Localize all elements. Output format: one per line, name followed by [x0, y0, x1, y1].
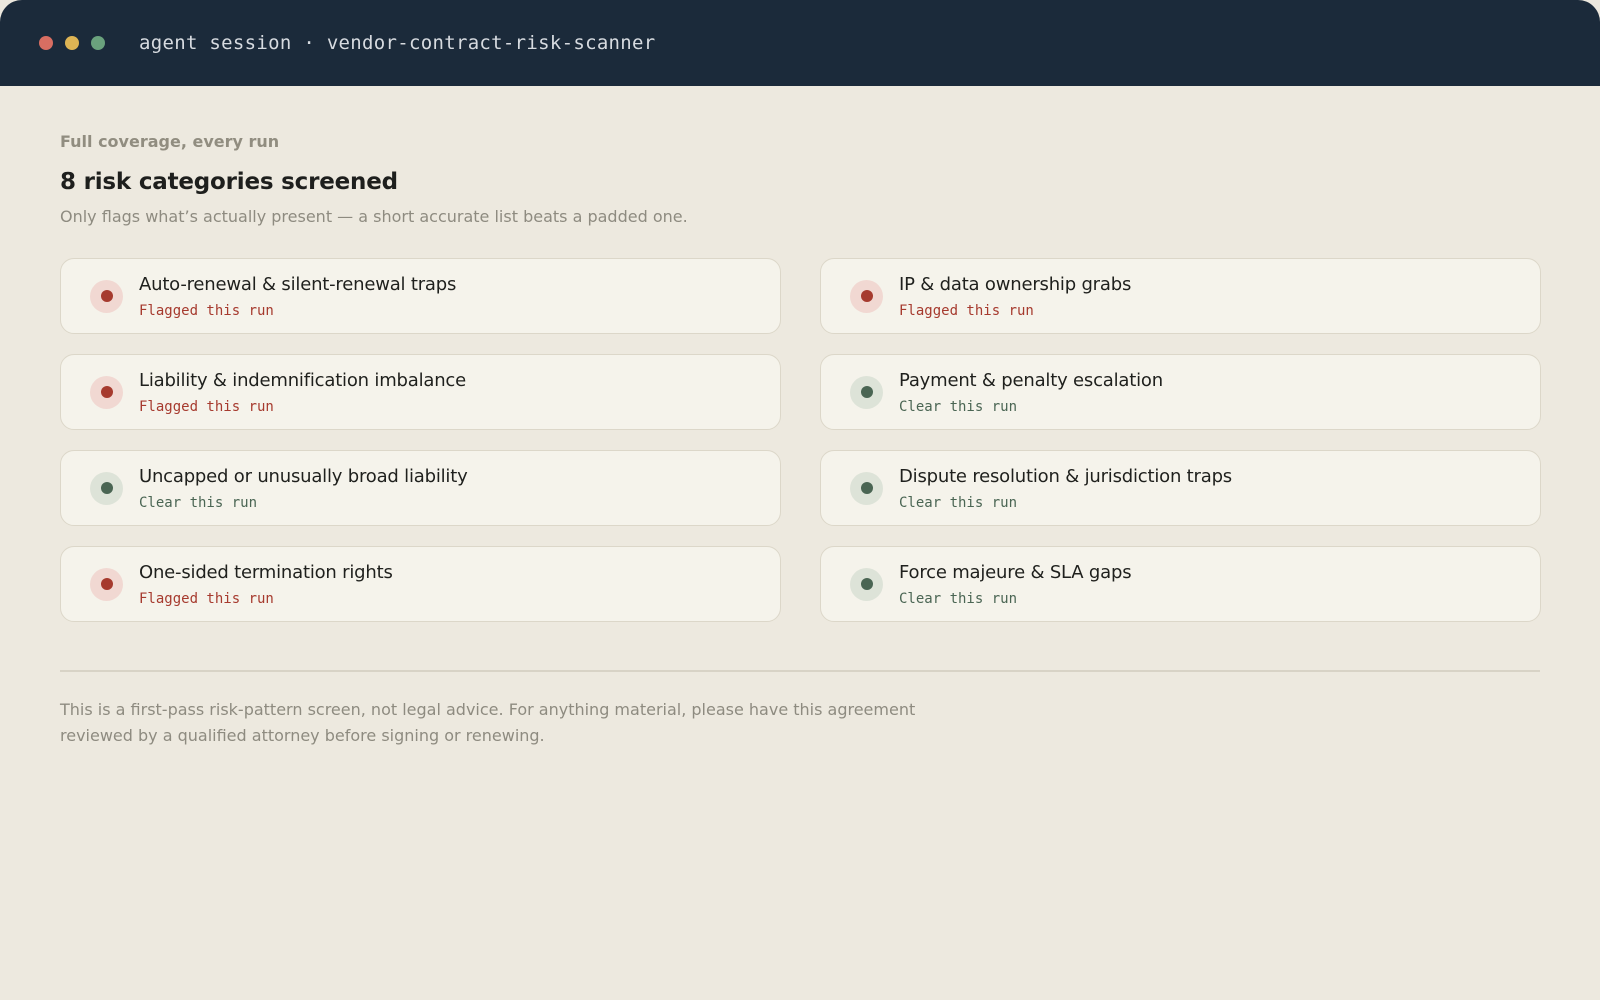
minimize-window-button[interactable]	[65, 36, 79, 50]
status-dot-icon	[850, 375, 883, 409]
risk-category-status: Flagged this run	[139, 590, 274, 607]
risk-category-card: Payment & penalty escalation Clear this …	[820, 354, 1541, 430]
risk-category-card: IP & data ownership grabs Flagged this r…	[820, 258, 1541, 334]
page-title: 8 risk categories screened	[60, 169, 398, 195]
risk-category-status: Clear this run	[899, 494, 1018, 511]
risk-category-card: Uncapped or unusually broad liability Cl…	[60, 450, 781, 526]
title-bar: agent session · vendor-contract-risk-sca…	[0, 0, 1600, 86]
maximize-window-button[interactable]	[91, 36, 105, 50]
status-dot-icon	[850, 279, 883, 313]
risk-category-status: Clear this run	[139, 494, 258, 511]
risk-category-status: Clear this run	[899, 590, 1018, 607]
status-dot-icon	[850, 567, 883, 601]
page-subtitle: Only flags what’s actually present — a s…	[60, 207, 688, 226]
risk-category-card: Force majeure & SLA gaps Clear this run	[820, 546, 1541, 622]
risk-category-status: Flagged this run	[899, 302, 1034, 319]
status-dot-icon	[850, 471, 883, 505]
risk-category-card: One-sided termination rights Flagged thi…	[60, 546, 781, 622]
risk-category-label: Dispute resolution & jurisdiction traps	[899, 465, 1232, 487]
status-dot-icon	[90, 567, 123, 601]
risk-category-status: Flagged this run	[139, 398, 274, 415]
risk-category-label: Auto-renewal & silent-renewal traps	[139, 273, 457, 295]
risk-category-label: IP & data ownership grabs	[899, 273, 1132, 295]
app-window: agent session · vendor-contract-risk-sca…	[0, 0, 1600, 1000]
status-dot-icon	[90, 279, 123, 313]
section-divider	[60, 670, 1540, 672]
session-title: agent session · vendor-contract-risk-sca…	[139, 32, 656, 54]
main-content: Full coverage, every run 8 risk categori…	[0, 86, 1600, 749]
section-eyebrow: Full coverage, every run	[60, 132, 280, 151]
risk-category-status: Clear this run	[899, 398, 1018, 415]
risk-category-card: Auto-renewal & silent-renewal traps Flag…	[60, 258, 781, 334]
risk-category-label: Payment & penalty escalation	[899, 369, 1163, 391]
status-dot-icon	[90, 375, 123, 409]
risk-category-card: Liability & indemnification imbalance Fl…	[60, 354, 781, 430]
risk-category-status: Flagged this run	[139, 302, 274, 319]
close-window-button[interactable]	[39, 36, 53, 50]
legal-disclaimer: This is a first-pass risk-pattern screen…	[60, 700, 916, 745]
risk-category-label: One-sided termination rights	[139, 561, 393, 583]
risk-category-label: Liability & indemnification imbalance	[139, 369, 466, 391]
status-dot-icon	[90, 471, 123, 505]
risk-category-grid: Auto-renewal & silent-renewal traps Flag…	[60, 258, 1541, 622]
risk-category-label: Force majeure & SLA gaps	[899, 561, 1132, 583]
risk-category-card: Dispute resolution & jurisdiction traps …	[820, 450, 1541, 526]
risk-category-label: Uncapped or unusually broad liability	[139, 465, 468, 487]
